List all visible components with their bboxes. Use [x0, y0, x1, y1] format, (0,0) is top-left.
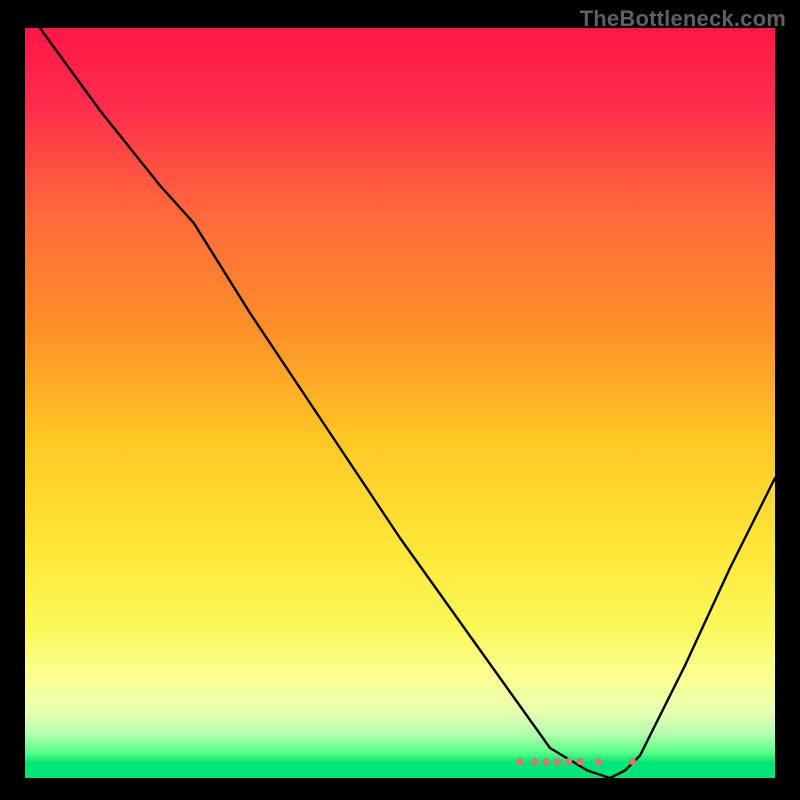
- chart-container: TheBottleneck.com: [0, 0, 800, 800]
- chart-svg: [25, 28, 775, 778]
- marker-dot: [629, 758, 636, 765]
- marker-dot: [554, 758, 561, 765]
- bottleneck-chart: [25, 28, 775, 778]
- gradient-background: [25, 28, 775, 778]
- marker-dot: [565, 758, 572, 765]
- marker-dot: [576, 758, 583, 765]
- marker-dot: [543, 758, 550, 765]
- marker-dot: [595, 758, 602, 765]
- marker-dot: [531, 758, 538, 765]
- marker-dot: [516, 758, 523, 765]
